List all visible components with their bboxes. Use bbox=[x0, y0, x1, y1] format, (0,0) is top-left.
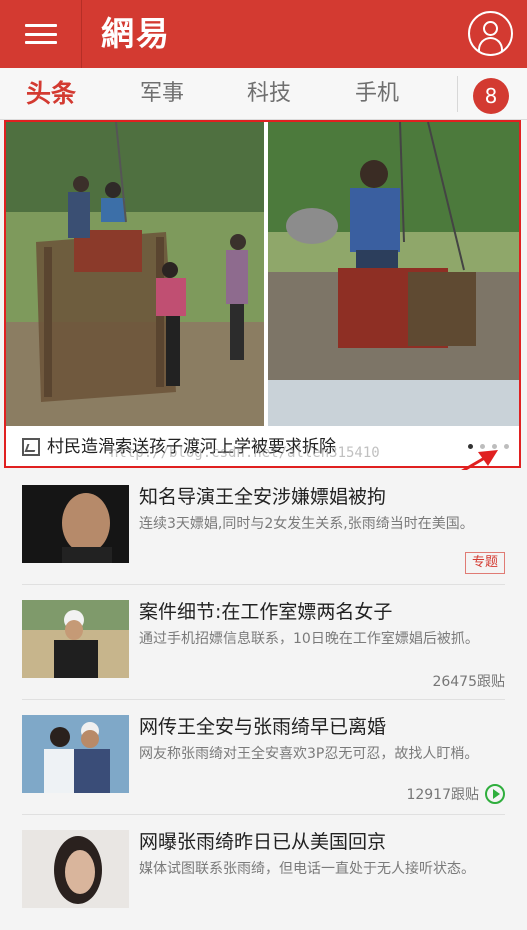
channel-tab-bar: 头条 军事 科技 手机 8 bbox=[0, 68, 527, 120]
tab-military[interactable]: 军事 bbox=[140, 68, 184, 120]
comment-count: 12917跟贴 bbox=[406, 784, 505, 804]
banner-photo-cableway bbox=[6, 122, 264, 426]
carousel-dot-active bbox=[468, 444, 473, 449]
tab-divider bbox=[457, 76, 458, 112]
news-feed: 知名导演王全安涉嫌嫖娼被拘 连续3天嫖娼,同时与2女发生关系,张雨绮当时在美国。… bbox=[0, 470, 527, 908]
watermark: http://blog.csdn.net/allen315410 bbox=[110, 445, 380, 461]
news-item[interactable]: 网传王全安与张雨绮早已离婚 网友称张雨绮对王全安喜欢3P忍无可忍，故找人盯梢。 … bbox=[0, 700, 527, 815]
news-title: 网曝张雨绮昨日已从美国回京 bbox=[139, 831, 387, 853]
tab-technology[interactable]: 科技 bbox=[247, 68, 291, 120]
news-item[interactable]: 网曝张雨绮昨日已从美国回京 媒体试图联系张雨绮，但电话一直处于无人接听状态。 bbox=[0, 815, 527, 930]
headline-carousel[interactable]: 村民造滑索送孩子渡河上学被要求拆除 bbox=[4, 120, 521, 468]
news-title: 网传王全安与张雨绮早已离婚 bbox=[139, 716, 387, 738]
news-title: 案件细节:在工作室嫖两名女子 bbox=[139, 601, 393, 623]
news-thumbnail bbox=[22, 715, 129, 793]
news-thumbnail bbox=[22, 600, 129, 678]
menu-button[interactable] bbox=[0, 0, 82, 68]
topic-tag: 专题 bbox=[465, 552, 505, 574]
news-thumbnail bbox=[22, 485, 129, 563]
tab-headlines[interactable]: 头条 bbox=[26, 68, 76, 120]
news-item[interactable]: 案件细节:在工作室嫖两名女子 通过手机招嫖信息联系，10日晚在工作室嫖娼后被抓。… bbox=[0, 585, 527, 700]
carousel-indicator bbox=[468, 444, 509, 449]
carousel-dot bbox=[492, 444, 497, 449]
app-logo: 網易 bbox=[101, 14, 171, 53]
comment-count: 26475跟贴 bbox=[432, 671, 505, 691]
user-button[interactable] bbox=[468, 11, 513, 56]
news-thumbnail bbox=[22, 830, 129, 908]
comment-count-label: 12917跟贴 bbox=[406, 787, 479, 803]
news-title: 知名导演王全安涉嫌嫖娼被拘 bbox=[139, 486, 387, 508]
tab-mobile[interactable]: 手机 bbox=[355, 68, 399, 120]
play-icon[interactable] bbox=[485, 784, 505, 804]
app-bar: 網易 bbox=[0, 0, 527, 68]
carousel-dot bbox=[504, 444, 509, 449]
menu-icon bbox=[24, 24, 57, 44]
comment-count-label: 26475跟贴 bbox=[432, 674, 505, 690]
news-summary: 连续3天嫖娼,同时与2女发生关系,张雨绮当时在美国。 bbox=[139, 516, 474, 532]
news-summary: 通过手机招嫖信息联系，10日晚在工作室嫖娼后被抓。 bbox=[139, 631, 479, 647]
photo-gallery-icon bbox=[22, 438, 40, 456]
news-summary: 网友称张雨绮对王全安喜欢3P忍无可忍，故找人盯梢。 bbox=[139, 746, 479, 762]
news-summary: 媒体试图联系张雨绮，但电话一直处于无人接听状态。 bbox=[139, 861, 475, 877]
more-channels-badge[interactable]: 8 bbox=[473, 78, 509, 114]
carousel-dot bbox=[480, 444, 485, 449]
news-item[interactable]: 知名导演王全安涉嫌嫖娼被拘 连续3天嫖娼,同时与2女发生关系,张雨绮当时在美国。… bbox=[0, 470, 527, 585]
banner-photo-boy bbox=[268, 122, 519, 426]
